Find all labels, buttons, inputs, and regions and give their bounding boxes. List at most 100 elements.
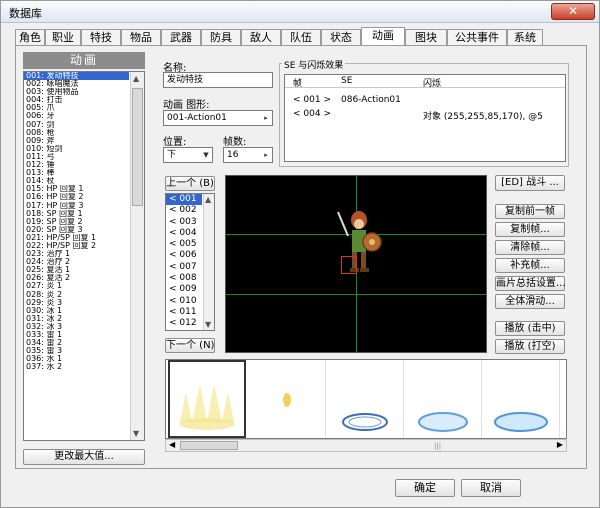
frame-item[interactable]: < 011 xyxy=(166,307,202,318)
chevron-down-icon[interactable]: ▼ xyxy=(200,148,212,162)
scroll-up-icon[interactable]: ▲ xyxy=(133,74,139,83)
ok-button[interactable]: 确定 xyxy=(395,479,455,497)
pattern-cell[interactable] xyxy=(248,360,326,438)
list-item[interactable]: 005: 爪 xyxy=(24,104,129,112)
se-row-frame[interactable]: < 004 > xyxy=(293,109,331,119)
scrollbar-thumb[interactable] xyxy=(132,88,143,206)
tab-enemies[interactable]: 敌人 xyxy=(241,29,281,46)
strip-scrollbar[interactable]: ◀ ||| ▶ xyxy=(165,439,567,452)
list-item[interactable]: 035: 雷 3 xyxy=(24,347,129,355)
scroll-down-icon[interactable]: ▼ xyxy=(133,429,139,438)
list-item[interactable]: 003: 使用物品 xyxy=(24,88,129,96)
list-item[interactable]: 011: 弓 xyxy=(24,153,129,161)
list-item[interactable]: 024: 治疗 2 xyxy=(24,258,129,266)
tab-actors[interactable]: 角色 xyxy=(15,29,45,46)
frame-item[interactable]: < 001 xyxy=(166,194,202,206)
list-item[interactable]: 008: 枪 xyxy=(24,129,129,137)
list-item[interactable]: 030: 冰 1 xyxy=(24,307,129,315)
battle-test-button[interactable]: [ED] 战斗 ... xyxy=(495,175,565,191)
frame-item[interactable]: < 004 xyxy=(166,228,202,239)
list-item[interactable]: 006: 牙 xyxy=(24,112,129,120)
list-item[interactable]: 018: SP 回复 1 xyxy=(24,210,129,218)
next-frame-button[interactable]: 下一个 (N) xyxy=(165,338,215,353)
pattern-cell[interactable] xyxy=(404,360,482,438)
prev-frame-button[interactable]: 上一个 (B) xyxy=(165,176,215,191)
cell-pattern-strip[interactable] xyxy=(165,359,567,439)
list-item[interactable]: 026: 复活 2 xyxy=(24,274,129,282)
list-item[interactable]: 033: 雷 1 xyxy=(24,331,129,339)
list-item[interactable]: 034: 雷 2 xyxy=(24,339,129,347)
scroll-right-icon[interactable]: ▶ xyxy=(557,440,563,449)
list-item[interactable]: 016: HP 回复 2 xyxy=(24,193,129,201)
list-item[interactable]: 032: 冰 3 xyxy=(24,323,129,331)
se-flash-table[interactable]: 帧 SE 闪烁 < 001 > 086-Action01 < 004 > 对象 … xyxy=(284,74,566,162)
name-input[interactable]: 发动特技 xyxy=(163,72,273,88)
list-item[interactable]: 027: 炎 1 xyxy=(24,282,129,290)
chevron-right-icon[interactable]: ▸ xyxy=(260,111,272,125)
cell-selection-box[interactable] xyxy=(341,256,357,274)
pattern-cell[interactable] xyxy=(482,360,560,438)
list-item[interactable]: 014: 杖 xyxy=(24,177,129,185)
list-item[interactable]: 015: HP 回复 1 xyxy=(24,185,129,193)
copy-prev-frame-button[interactable]: 复制前一帧 xyxy=(495,204,565,219)
list-item[interactable]: 029: 炎 3 xyxy=(24,299,129,307)
pattern-cell[interactable] xyxy=(168,360,246,438)
chevron-right-icon[interactable]: ▸ xyxy=(260,148,272,162)
tab-weapons[interactable]: 武器 xyxy=(161,29,201,46)
list-item[interactable]: 037: 水 2 xyxy=(24,363,129,371)
clear-frame-button[interactable]: 清除帧... xyxy=(495,240,565,255)
play-hit-button[interactable]: 播放 (击中) xyxy=(495,321,565,336)
se-row-frame[interactable]: < 001 > xyxy=(293,95,331,105)
scroll-left-icon[interactable]: ◀ xyxy=(169,440,175,449)
play-miss-button[interactable]: 播放 (打空) xyxy=(495,339,565,354)
list-item[interactable]: 022: HP/SP 回复 2 xyxy=(24,242,129,250)
frame-list[interactable]: < 001 < 002 < 003 < 004 < 005 < 006 < 007 < 008… xyxy=(165,193,215,331)
frame-item[interactable]: < 002 xyxy=(166,205,202,216)
list-item[interactable]: 009: 斧 xyxy=(24,137,129,145)
slide-all-button[interactable]: 全体滑动... xyxy=(495,294,565,309)
list-item[interactable]: 012: 锤 xyxy=(24,161,129,169)
strip-scrollbar-thumb[interactable] xyxy=(180,441,238,450)
list-item[interactable]: 001: 发动特技 xyxy=(24,72,129,81)
list-item[interactable]: 007: 剑 xyxy=(24,121,129,129)
list-item[interactable]: 020: SP 回复 3 xyxy=(24,226,129,234)
tab-classes[interactable]: 职业 xyxy=(45,29,81,46)
tab-tilesets[interactable]: 图块 xyxy=(405,29,447,46)
frame-item[interactable]: < 005 xyxy=(166,239,202,250)
change-max-button[interactable]: 更改最大值... xyxy=(23,449,145,465)
list-item[interactable]: 004: 打击 xyxy=(24,96,129,104)
cell-batch-button[interactable]: 画片总括设置... xyxy=(495,276,566,291)
list-item[interactable]: 031: 冰 2 xyxy=(24,315,129,323)
frame-item[interactable]: < 003 xyxy=(166,217,202,228)
cancel-button[interactable]: 取消 xyxy=(461,479,521,497)
list-item[interactable]: 019: SP 回复 2 xyxy=(24,218,129,226)
tab-animations[interactable]: 动画 xyxy=(361,27,405,47)
frame-item[interactable]: < 009 xyxy=(166,284,202,295)
list-item[interactable]: 021: HP/SP 回复 1 xyxy=(24,234,129,242)
list-scrollbar[interactable]: ▲ ▼ xyxy=(130,72,144,440)
tab-items[interactable]: 物品 xyxy=(121,29,161,46)
frame-item[interactable]: < 010 xyxy=(166,296,202,307)
frames-stepper[interactable]: 16 ▸ xyxy=(223,147,273,163)
list-item[interactable]: 036: 水 1 xyxy=(24,355,129,363)
list-item[interactable]: 013: 棒 xyxy=(24,169,129,177)
list-item[interactable]: 010: 短剑 xyxy=(24,145,129,153)
scroll-down-icon[interactable]: ▼ xyxy=(205,320,211,329)
tab-common-events[interactable]: 公共事件 xyxy=(447,29,507,46)
tab-troops[interactable]: 队伍 xyxy=(281,29,321,46)
tab-armors[interactable]: 防具 xyxy=(201,29,241,46)
frame-item[interactable]: < 007 xyxy=(166,262,202,273)
position-select[interactable]: 下 ▼ xyxy=(163,147,213,163)
scroll-up-icon[interactable]: ▲ xyxy=(205,195,211,204)
frame-item[interactable]: < 008 xyxy=(166,273,202,284)
fill-frame-button[interactable]: 补充帧... xyxy=(495,258,565,273)
tab-states[interactable]: 状态 xyxy=(321,29,361,46)
list-item[interactable]: 028: 炎 2 xyxy=(24,291,129,299)
frame-item[interactable]: < 013 xyxy=(166,330,202,331)
list-item[interactable]: 017: HP 回复 3 xyxy=(24,202,129,210)
list-item[interactable]: 025: 复活 1 xyxy=(24,266,129,274)
frame-item[interactable]: < 012 xyxy=(166,318,202,329)
frame-scrollbar[interactable]: ▲ ▼ xyxy=(203,194,214,330)
graphic-field[interactable]: 001-Action01 ▸ xyxy=(163,110,273,126)
animation-list[interactable]: 001: 发动特技 002: 咏唱魔法 003: 使用物品 004: 打击 005: 爪… xyxy=(23,71,145,441)
